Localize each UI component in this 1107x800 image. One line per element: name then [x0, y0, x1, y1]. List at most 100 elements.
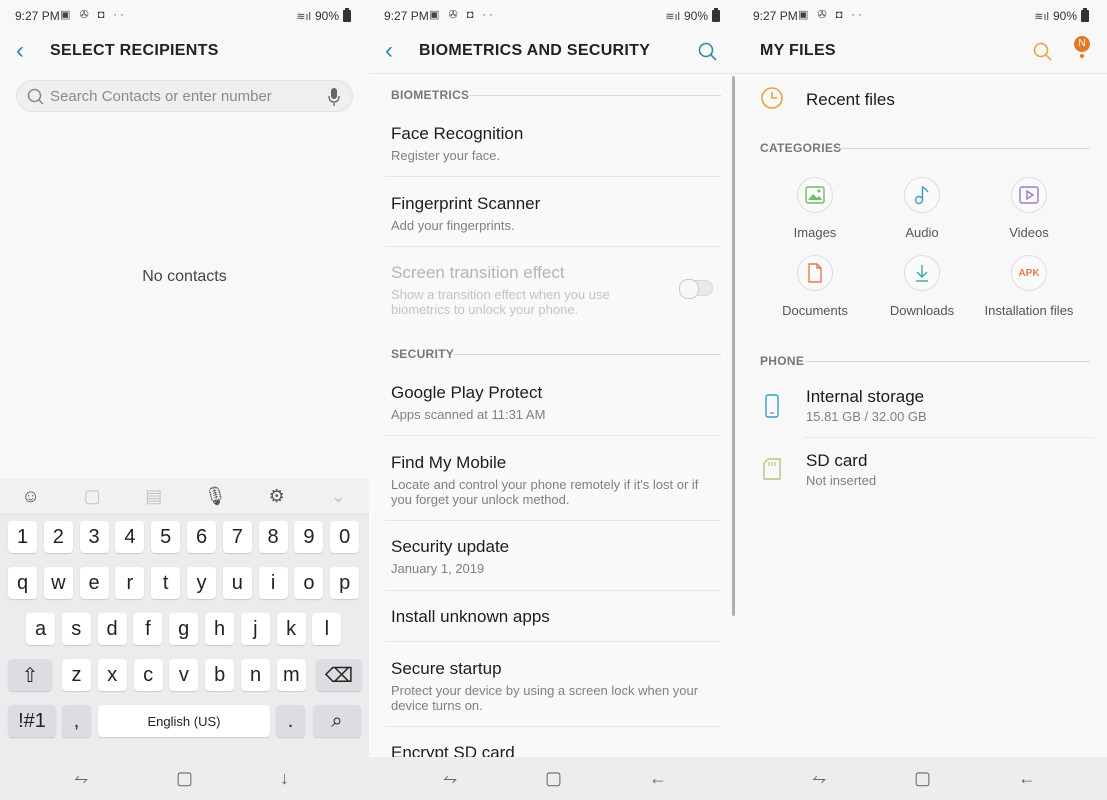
key-6[interactable]: 6 [187, 521, 216, 553]
mic-icon[interactable]: 🎙 [200, 486, 230, 507]
search-contacts-input[interactable]: Search Contacts or enter number [16, 80, 353, 112]
key-h[interactable]: h [205, 613, 234, 645]
divider [385, 641, 721, 642]
nav-bar: ⥊ ▢ ↓ [0, 757, 369, 800]
item-title: Fingerprint Scanner [391, 194, 541, 213]
key-4[interactable]: 4 [115, 521, 145, 553]
recent-apps-icon[interactable]: ⥊ [74, 768, 88, 789]
sd-card-item[interactable]: SD card Not inserted [738, 448, 1107, 502]
item-subtitle: Add your fingerprints. [391, 218, 515, 233]
item-subtitle: Show a transition effect when you use bi… [391, 287, 610, 317]
battery-percent: 90% [683, 9, 708, 23]
key-a[interactable]: a [26, 613, 55, 645]
key-g[interactable]: g [169, 613, 199, 645]
fingerprint-scanner-item[interactable]: Fingerprint Scanner Add your fingerprint… [391, 194, 721, 233]
recent-apps-icon[interactable]: ⥊ [812, 768, 826, 789]
key-m[interactable]: m [276, 659, 306, 691]
key-d[interactable]: d [97, 613, 127, 645]
space-bar[interactable]: English (US) [98, 705, 270, 737]
category-installation-files[interactable]: APK Installation files [979, 255, 1079, 318]
scrollbar[interactable] [732, 76, 735, 616]
install-unknown-apps-item[interactable]: Install unknown apps [391, 607, 721, 627]
find-my-mobile-item[interactable]: Find My Mobile Locate and control your p… [391, 453, 711, 507]
category-documents[interactable]: Documents [765, 255, 865, 318]
key-i[interactable]: i [258, 567, 288, 599]
key-p[interactable]: p [330, 567, 360, 599]
search-icon[interactable]: ⌕ [313, 705, 361, 737]
empty-state-text: No contacts [142, 268, 227, 285]
key-3[interactable]: 3 [79, 521, 109, 553]
face-recognition-item[interactable]: Face Recognition Register your face. [391, 124, 721, 163]
key-o[interactable]: o [294, 567, 324, 599]
comma-key[interactable]: , [62, 705, 91, 737]
mic-icon[interactable] [328, 87, 340, 107]
recent-files-label: Recent files [806, 90, 895, 109]
settings-icon[interactable]: ⚙ [262, 486, 292, 507]
key-5[interactable]: 5 [151, 521, 181, 553]
app-bar: ‹ BIOMETRICS AND SECURITY [369, 30, 738, 74]
item-subtitle: Apps scanned at 11:31 AM [391, 407, 546, 422]
key-s[interactable]: s [61, 613, 91, 645]
key-k[interactable]: k [276, 613, 306, 645]
category-videos[interactable]: Videos [979, 177, 1079, 240]
hide-keyboard-icon[interactable]: ↓ [280, 768, 289, 789]
section-divider [806, 361, 1090, 362]
key-1[interactable]: 1 [8, 521, 37, 553]
key-z[interactable]: z [62, 659, 91, 691]
key-0[interactable]: 0 [330, 521, 360, 553]
key-e[interactable]: e [79, 567, 109, 599]
key-l[interactable]: l [312, 613, 342, 645]
home-icon[interactable]: ▢ [914, 768, 931, 789]
internal-storage-item[interactable]: Internal storage 15.81 GB / 32.00 GB [738, 384, 1107, 438]
key-y[interactable]: y [187, 567, 216, 599]
back-icon[interactable]: ← [1018, 768, 1036, 789]
key-7[interactable]: 7 [222, 521, 252, 553]
key-u[interactable]: u [222, 567, 252, 599]
screen-transition-toggle[interactable] [679, 279, 713, 299]
category-images[interactable]: Images [765, 177, 865, 240]
category-downloads[interactable]: Downloads [872, 255, 972, 318]
divider [385, 176, 721, 177]
more-options-icon[interactable] [1080, 54, 1084, 58]
chevron-down-icon[interactable]: ⌄ [323, 486, 353, 507]
category-audio[interactable]: Audio [872, 177, 972, 240]
section-divider [836, 148, 1090, 149]
home-icon[interactable]: ▢ [176, 768, 193, 789]
backspace-icon[interactable]: ⌫ [316, 659, 362, 691]
profile-avatar[interactable]: N [1074, 36, 1090, 52]
secure-startup-item[interactable]: Secure startup Protect your device by us… [391, 659, 711, 713]
recent-apps-icon[interactable]: ⥊ [443, 768, 457, 789]
symbols-key[interactable]: !#1 [8, 705, 56, 737]
security-update-item[interactable]: Security update January 1, 2019 [391, 537, 721, 576]
period-key[interactable]: . [276, 705, 305, 737]
key-9[interactable]: 9 [294, 521, 324, 553]
item-subtitle: Locate and control your phone remotely i… [391, 477, 699, 507]
google-play-protect-item[interactable]: Google Play Protect Apps scanned at 11:3… [391, 383, 721, 422]
home-icon[interactable]: ▢ [545, 768, 562, 789]
key-j[interactable]: j [240, 613, 270, 645]
clipboard-icon[interactable]: ▤ [139, 486, 169, 507]
key-t[interactable]: t [151, 567, 181, 599]
sticker-icon[interactable]: ▢ [77, 486, 107, 507]
back-arrow-icon[interactable]: ‹ [385, 39, 393, 63]
key-8[interactable]: 8 [258, 521, 288, 553]
key-q[interactable]: q [8, 567, 37, 599]
shift-icon[interactable]: ⇧ [8, 659, 52, 691]
search-icon[interactable] [1033, 42, 1053, 62]
item-title: Security update [391, 537, 510, 556]
key-2[interactable]: 2 [43, 521, 73, 553]
search-icon[interactable] [698, 42, 718, 62]
emoji-icon[interactable]: ☺ [16, 486, 46, 507]
back-arrow-icon[interactable]: ‹ [16, 39, 24, 63]
key-c[interactable]: c [133, 659, 163, 691]
back-icon[interactable]: ← [649, 768, 667, 789]
key-v[interactable]: v [169, 659, 199, 691]
key-b[interactable]: b [205, 659, 235, 691]
recent-files-item[interactable]: Recent files [738, 80, 1107, 120]
key-f[interactable]: f [133, 613, 163, 645]
key-w[interactable]: w [43, 567, 73, 599]
key-r[interactable]: r [115, 567, 145, 599]
phone-icon [765, 394, 779, 418]
key-x[interactable]: x [97, 659, 127, 691]
key-n[interactable]: n [241, 659, 270, 691]
